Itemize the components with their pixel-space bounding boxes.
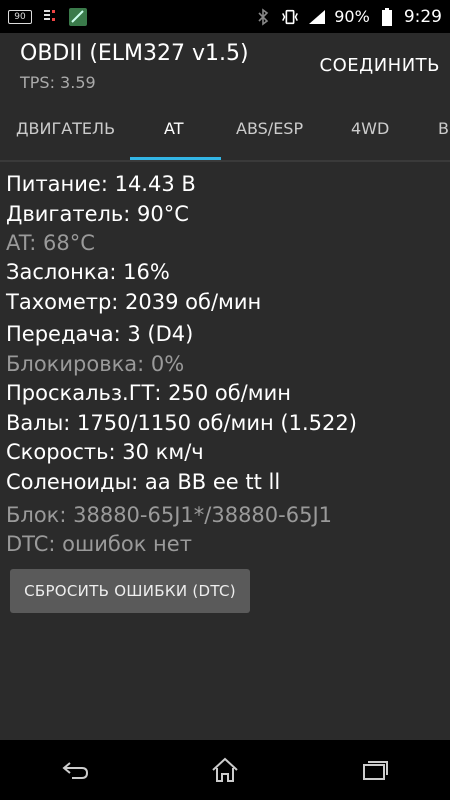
solenoids-reading: Соленоиды: aa BB ee tt ll xyxy=(6,470,281,494)
engine-temp-reading: Двигатель: 90°C xyxy=(6,202,189,226)
recent-apps-icon[interactable] xyxy=(350,750,400,790)
reset-dtc-button[interactable]: СБРОСИТЬ ОШИБКИ (DTC) xyxy=(10,569,250,613)
slip-reading: Проскальз.ГТ: 250 об/мин xyxy=(6,381,291,405)
tab-abs-esp[interactable]: ABS/ESP xyxy=(236,98,303,160)
home-icon[interactable] xyxy=(200,750,250,790)
navigation-bar xyxy=(0,740,450,800)
notification-battery-icon: 90 xyxy=(8,9,32,24)
power-reading: Питание: 14.43 В xyxy=(6,172,196,196)
gear-reading: Передача: 3 (D4) xyxy=(6,322,194,346)
shafts-reading: Валы: 1750/1150 об/мин (1.522) xyxy=(6,411,357,435)
tab-at[interactable]: AT xyxy=(164,98,183,160)
dtc-reading: DTC: ошибок нет xyxy=(6,532,192,556)
back-icon[interactable] xyxy=(50,750,100,790)
tachometer-reading: Тахометр: 2039 об/мин xyxy=(6,290,262,314)
clock: 9:29 xyxy=(403,6,442,27)
speed-reading: Скорость: 30 км/ч xyxy=(6,440,204,464)
throttle-reading: Заслонка: 16% xyxy=(6,260,170,284)
block-reading: Блок: 38880-65J1*/38880-65J1 xyxy=(6,503,333,527)
tab-more[interactable]: B xyxy=(438,98,449,160)
battery-percent: 90% xyxy=(334,7,370,26)
signal-icon xyxy=(307,7,327,27)
sim-icon xyxy=(40,7,60,27)
app-subtitle: TPS: 3.59 xyxy=(20,73,96,92)
app-notification-icon xyxy=(68,7,88,27)
bluetooth-icon xyxy=(253,7,273,27)
connect-button[interactable]: СОЕДИНИТЬ xyxy=(320,55,440,76)
lockup-reading: Блокировка: 0% xyxy=(6,352,185,376)
at-panel: Питание: 14.43 В Двигатель: 90°C AT: 68°… xyxy=(0,162,450,740)
vibrate-icon xyxy=(280,7,300,27)
status-bar: 90 90% 9:29 xyxy=(0,0,450,33)
tab-engine[interactable]: ДВИГАТЕЛЬ xyxy=(16,98,115,160)
app-title: OBDII (ELM327 v1.5) xyxy=(20,41,249,66)
battery-icon xyxy=(377,7,397,27)
tab-4wd[interactable]: 4WD xyxy=(351,98,389,160)
action-bar: OBDII (ELM327 v1.5) TPS: 3.59 СОЕДИНИТЬ xyxy=(0,33,450,98)
at-temp-reading: AT: 68°C xyxy=(6,231,95,255)
tab-bar: ДВИГАТЕЛЬ AT ABS/ESP 4WD B xyxy=(0,98,450,160)
